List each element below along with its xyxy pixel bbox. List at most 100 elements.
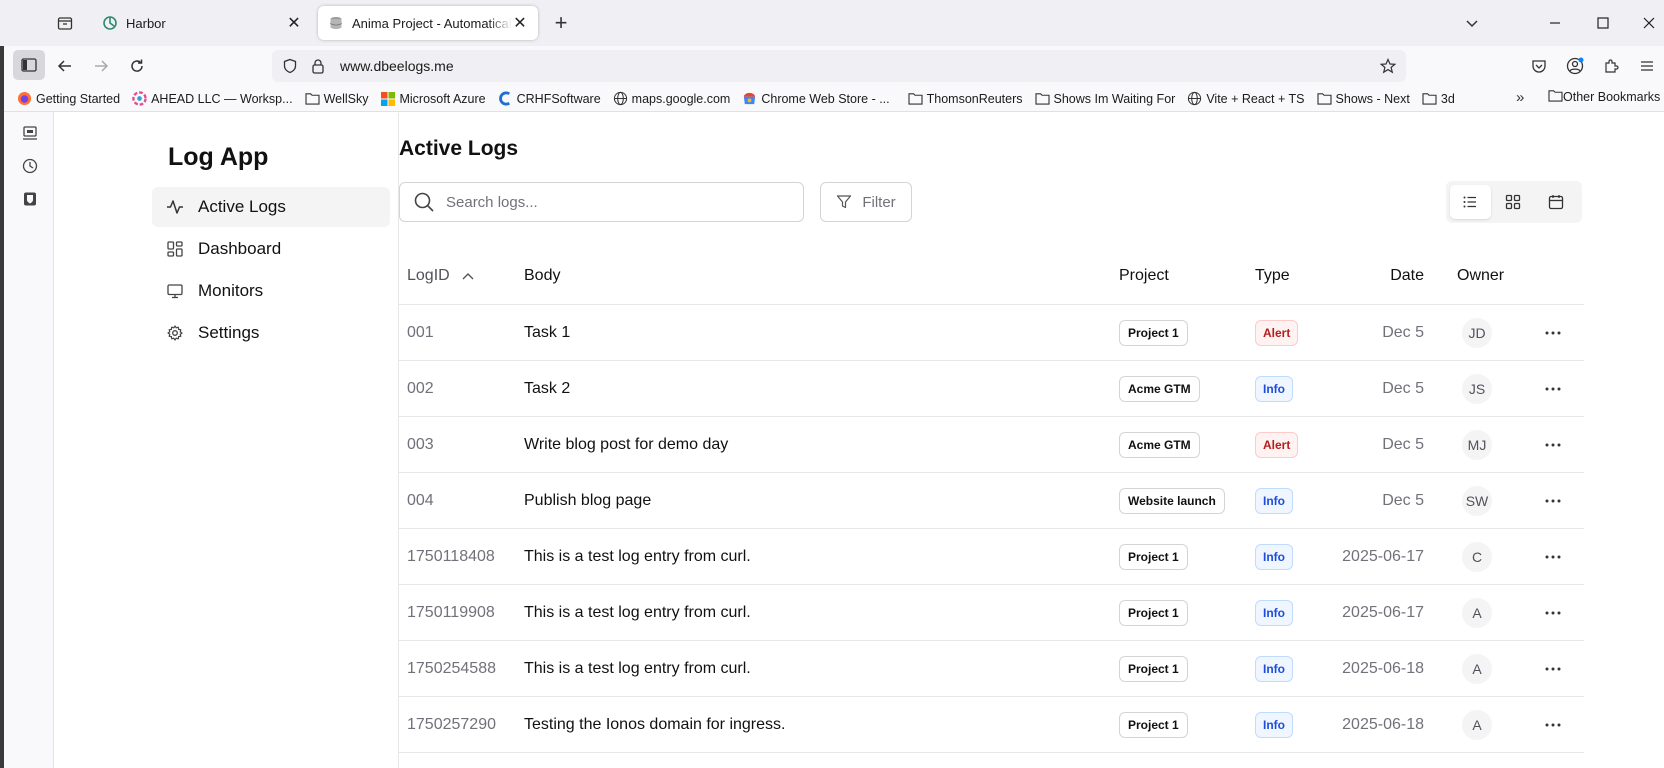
search-box[interactable]	[399, 182, 804, 222]
cell-date: 2025-06-18	[1342, 660, 1424, 677]
reload-button[interactable]	[122, 51, 152, 81]
table-row[interactable]: 001 Task 1 Project 1 Alert Dec 5 JD	[399, 305, 1584, 361]
menu-button[interactable]	[1632, 51, 1662, 81]
firefox-view-button[interactable]	[52, 10, 78, 36]
nav-item-settings[interactable]: Settings	[152, 313, 390, 353]
tracking-protection-shield-icon[interactable]	[280, 56, 300, 76]
cell-logid: 004	[407, 492, 434, 509]
cell-type: Info	[1255, 697, 1293, 753]
pocket-button[interactable]	[1524, 51, 1554, 81]
bookmark-label: Vite + React + TS	[1206, 91, 1305, 106]
url-text[interactable]: www.dbeelogs.me	[340, 58, 454, 74]
puzzle-icon	[1605, 59, 1619, 73]
cell-actions	[1539, 361, 1567, 417]
project-badge: Acme GTM	[1119, 376, 1200, 402]
dashboard-icon	[166, 240, 184, 258]
history-icon[interactable]	[19, 155, 41, 177]
crhf-icon	[498, 91, 513, 106]
chevron-up-icon[interactable]	[462, 270, 474, 282]
project-badge: Project 1	[1119, 656, 1188, 682]
bookmark-crhfsoftware[interactable]: CRHFSoftware	[498, 89, 601, 109]
cell-type: Info	[1255, 473, 1293, 529]
search-input[interactable]	[446, 193, 786, 211]
table-row[interactable]: 004 Publish blog page Website launch Info De…	[399, 473, 1584, 529]
account-icon	[1566, 57, 1584, 75]
filter-button[interactable]: Filter	[820, 182, 912, 222]
cell-actions	[1539, 473, 1567, 529]
globe-icon	[1187, 91, 1202, 106]
project-badge: Project 1	[1119, 600, 1188, 626]
cell-body: This is a test log entry from curl.	[524, 660, 751, 677]
cell-date: Dec 5	[1382, 324, 1424, 341]
cell-actions	[1539, 305, 1567, 361]
nav-item-dashboard[interactable]: Dashboard	[152, 229, 390, 269]
cell-body: Write blog post for demo day	[524, 436, 729, 453]
cell-type: Alert	[1255, 417, 1299, 473]
grid-view-button[interactable]	[1493, 185, 1534, 219]
sidebar-toggle-button[interactable]	[13, 50, 45, 80]
close-tab-icon[interactable]: ✕	[512, 15, 528, 32]
bookmark-wellsky[interactable]: WellSky	[305, 89, 368, 109]
more-actions-icon[interactable]	[1539, 655, 1567, 683]
bookmark-label: Microsoft Azure	[399, 91, 486, 106]
nav-item-monitors[interactable]: Monitors	[152, 271, 390, 311]
back-button[interactable]	[50, 51, 80, 81]
maximize-button[interactable]	[1588, 8, 1618, 38]
close-window-button[interactable]	[1634, 8, 1664, 38]
bookmark-thomsonreuters[interactable]: ThomsonReuters	[908, 89, 1023, 109]
table-row[interactable]: 1750119908 This is a test log entry from …	[399, 585, 1584, 641]
table-row[interactable]: 1750254588 This is a test log entry from …	[399, 641, 1584, 697]
project-badge: Acme GTM	[1119, 432, 1200, 458]
bookmark-maps-google[interactable]: maps.google.com	[613, 89, 730, 109]
column-header-type: Type	[1255, 267, 1290, 284]
more-actions-icon[interactable]	[1539, 711, 1567, 739]
column-header-project: Project	[1119, 267, 1169, 284]
browser-window: Harbor ✕ Anima Project - Automatically g…	[0, 0, 1664, 768]
new-tab-button[interactable]: +	[548, 10, 574, 36]
calendar-view-button[interactable]	[1535, 185, 1576, 219]
bookmark-3d[interactable]: 3d	[1422, 89, 1455, 109]
bookmark-microsoft-azure[interactable]: Microsoft Azure	[380, 89, 486, 109]
minimize-button[interactable]	[1540, 8, 1570, 38]
table-row[interactable]: 003 Write blog post for demo day Acme GTM A…	[399, 417, 1584, 473]
more-actions-icon[interactable]	[1539, 487, 1567, 515]
table-row[interactable]: 1750257290 Testing the Ionos domain for i…	[399, 697, 1584, 753]
cell-logid: 001	[407, 324, 434, 341]
forward-button[interactable]	[86, 51, 116, 81]
more-actions-icon[interactable]	[1539, 319, 1567, 347]
more-actions-icon[interactable]	[1539, 599, 1567, 627]
bookmark-ahead[interactable]: AHEAD LLC — Worksp...	[132, 89, 293, 109]
cell-date: Dec 5	[1382, 436, 1424, 453]
nav-item-active-logs[interactable]: Active Logs	[152, 187, 390, 227]
bookmark-shows-waiting[interactable]: Shows Im Waiting For	[1034, 89, 1175, 109]
address-bar[interactable]: www.dbeelogs.me	[272, 50, 1406, 82]
bookmarks-overflow-chevron-icon[interactable]: »	[1516, 89, 1524, 106]
project-badge: Website launch	[1119, 488, 1225, 514]
table-row[interactable]: 1750118408 This is a test log entry from …	[399, 529, 1584, 585]
bookmark-other-bookmarks[interactable]: Other Bookmarks	[1548, 89, 1660, 105]
more-actions-icon[interactable]	[1539, 543, 1567, 571]
tab-harbor[interactable]: Harbor ✕	[92, 6, 312, 40]
arrow-right-icon	[95, 60, 109, 72]
synced-tabs-icon[interactable]	[19, 122, 41, 144]
close-tab-icon[interactable]: ✕	[286, 15, 302, 32]
arrow-left-icon	[57, 60, 71, 72]
bookmark-getting-started[interactable]: Getting Started	[17, 89, 120, 109]
lock-icon[interactable]	[308, 56, 328, 76]
table-row[interactable]: 002 Task 2 Acme GTM Info Dec 5 JS	[399, 361, 1584, 417]
list-all-tabs-button[interactable]	[1457, 8, 1487, 38]
avatar: MJ	[1462, 430, 1492, 460]
list-view-button[interactable]	[1450, 185, 1491, 219]
bookmark-shows-next[interactable]: Shows - Next	[1316, 89, 1410, 109]
tab-anima-project[interactable]: Anima Project - Automatically generated …	[318, 6, 538, 40]
extensions-button[interactable]	[1596, 51, 1626, 81]
bitwarden-icon[interactable]	[19, 188, 41, 210]
bookmark-vite-react[interactable]: Vite + React + TS	[1187, 89, 1305, 109]
more-actions-icon[interactable]	[1539, 431, 1567, 459]
column-header-logid[interactable]: LogID	[407, 267, 474, 285]
bookmark-chrome-web-store[interactable]: Chrome Web Store - ...	[742, 89, 890, 109]
avatar: A	[1462, 710, 1492, 740]
more-actions-icon[interactable]	[1539, 375, 1567, 403]
bookmark-star-icon[interactable]	[1378, 56, 1398, 76]
account-button[interactable]	[1560, 51, 1590, 81]
